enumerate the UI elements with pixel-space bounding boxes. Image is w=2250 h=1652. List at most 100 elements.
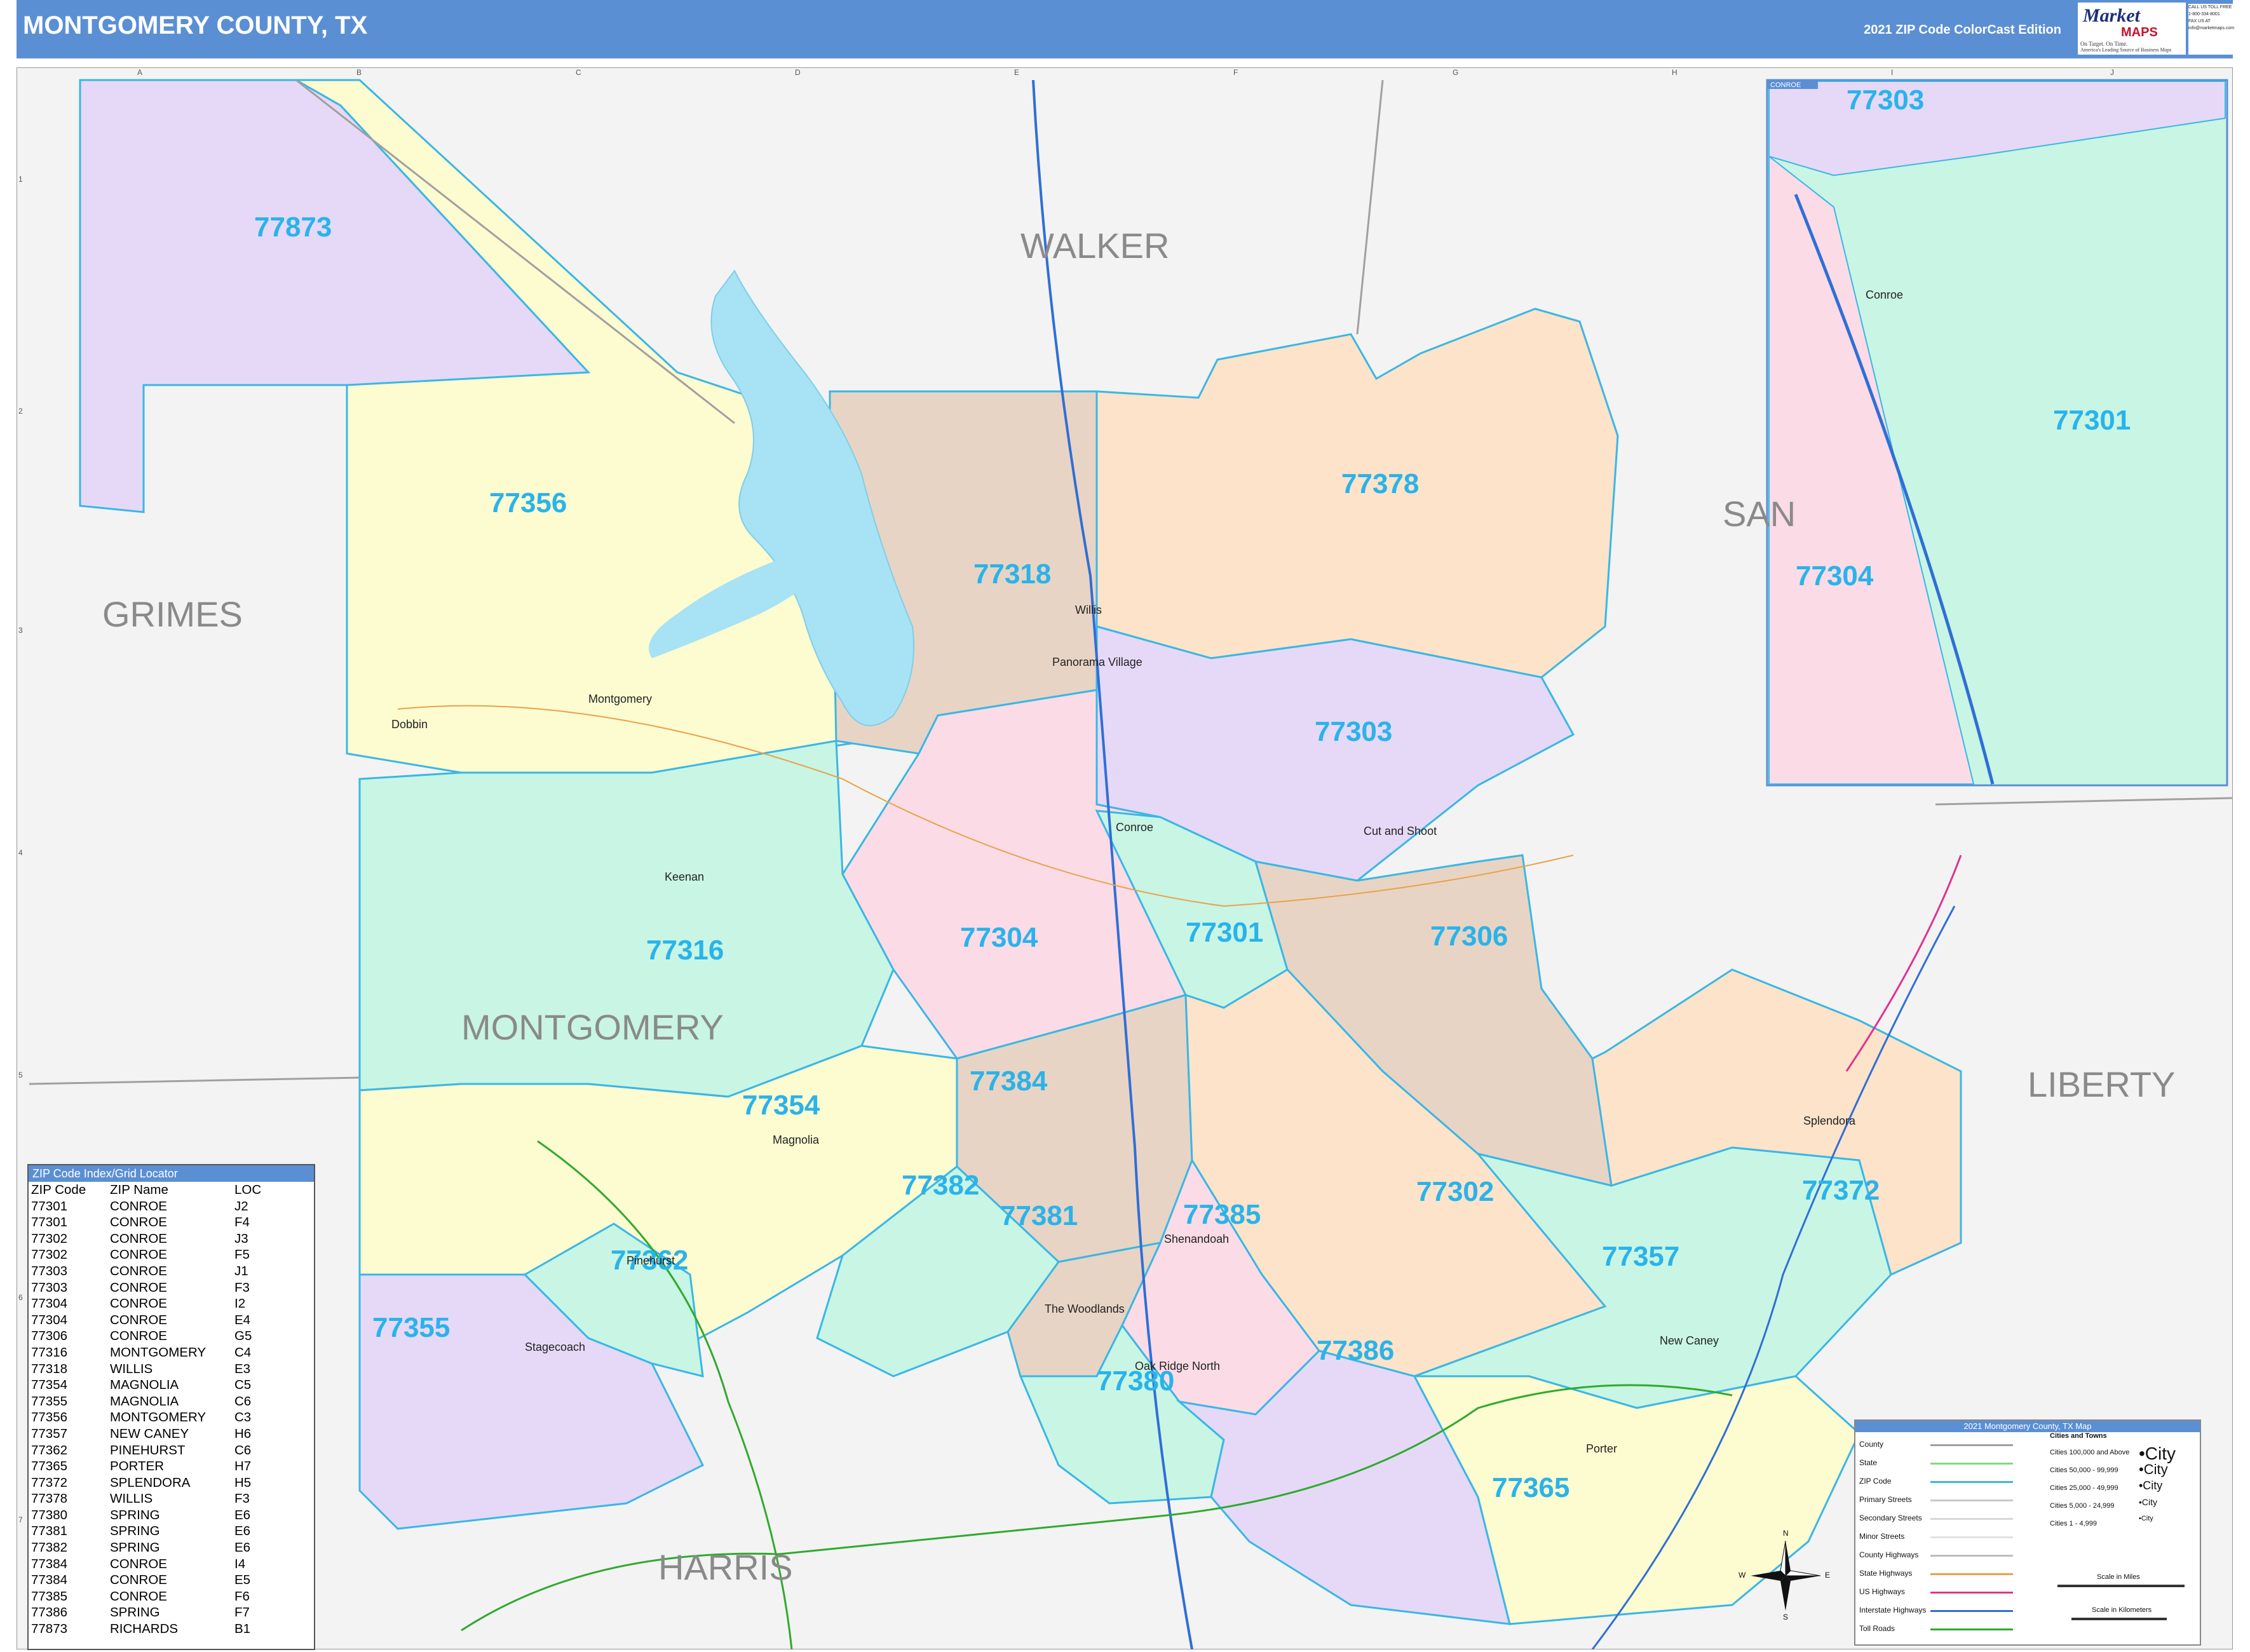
zip-label-77384: 77384: [970, 1066, 1048, 1097]
table-row: 77302 CONROE F5: [31, 1247, 292, 1263]
zip-cell: 77316: [31, 1344, 68, 1360]
table-row: 77303 CONROE F3: [31, 1280, 292, 1296]
loc-cell: C6: [234, 1442, 252, 1458]
zip-cell: 77384: [31, 1573, 68, 1588]
zip-index-panel: ZIP Code Index/Grid Locator ZIP Code ZIP…: [27, 1164, 315, 1650]
legend-city-sample: •City: [2139, 1497, 2158, 1507]
legend-city-sample: •City: [2139, 1515, 2153, 1522]
loc-cell: E6: [234, 1540, 251, 1555]
name-cell: CONROE: [110, 1329, 167, 1344]
compass-s: S: [1783, 1613, 1789, 1622]
zip-label-77301: 77301: [1186, 917, 1263, 948]
table-row: 77354 MAGNOLIA C5: [31, 1377, 292, 1393]
city-montgomery: Montgomery: [588, 693, 652, 705]
city-willis: Willis: [1075, 604, 1102, 616]
city-stagecoach: Stagecoach: [525, 1341, 585, 1353]
map-area[interactable]: A B C D E F G H I J 1 2 3 4 5 6 7 CONROE…: [17, 67, 2233, 1649]
map-legend: 2021 Montgomery County, TX Map County Sta…: [1854, 1419, 2201, 1646]
zip-label-77873: 77873: [254, 212, 332, 243]
grid-row-1: 1: [18, 175, 23, 184]
zip-label-77385: 77385: [1183, 1199, 1261, 1230]
county-map[interactable]: A B C D E F G H I J 1 2 3 4 5 6 7 CONROE…: [17, 67, 2233, 1649]
loc-cell: E4: [234, 1312, 251, 1327]
name-cell: CONROE: [110, 1247, 167, 1263]
table-row: 77873 RICHARDS B1: [31, 1621, 292, 1637]
loc-cell: H5: [234, 1475, 252, 1490]
contact-line: 1-800-334-8001: [2188, 12, 2220, 17]
zip-cell: 77365: [31, 1459, 68, 1474]
name-cell: CONROE: [110, 1556, 167, 1571]
loc-cell: E6: [234, 1507, 251, 1522]
grid-col-b: B: [356, 68, 362, 77]
zip-cell: 77372: [31, 1475, 68, 1490]
zip-cell: 77304: [31, 1296, 68, 1311]
name-cell: CONROE: [110, 1215, 167, 1230]
city-oak-ridge-north: Oak Ridge North: [1135, 1360, 1220, 1372]
table-row: 77365 PORTER H7: [31, 1458, 292, 1475]
name-cell: SPRING: [110, 1507, 160, 1522]
loc-cell: C3: [234, 1410, 252, 1425]
legend-item-swatch: [1930, 1610, 2013, 1612]
contact-line: FAX US AT: [2188, 19, 2211, 24]
inset-zip-label-77303: 77303: [1847, 85, 1924, 116]
name-cell: CONROE: [110, 1296, 167, 1311]
loc-cell: F6: [234, 1588, 250, 1604]
name-cell: RICHARDS: [110, 1622, 179, 1637]
zip-index-table: ZIP Code ZIP Name LOC 77301 CONROE J2 7730…: [31, 1182, 292, 1637]
inset-city-conroe: Conroe: [1866, 288, 1903, 301]
table-row: 77306 CONROE G5: [31, 1328, 292, 1344]
table-row: 77386 SPRING F7: [31, 1604, 292, 1621]
legend-item-swatch: [1930, 1463, 2013, 1465]
logo-tagline: On Target. On Time.: [2080, 41, 2128, 47]
publisher-logo: Market MAPS On Target. On Time. America'…: [2078, 3, 2186, 55]
grid-col-d: D: [795, 68, 801, 77]
table-row: 77304 CONROE I2: [31, 1296, 292, 1312]
grid-col-h: H: [1672, 68, 1677, 77]
loc-cell: C6: [234, 1393, 252, 1409]
zip-label-77356: 77356: [489, 487, 567, 518]
legend-item-swatch: [1930, 1536, 2013, 1538]
zip-label-77372: 77372: [1802, 1175, 1880, 1206]
loc-cell: H7: [234, 1459, 252, 1474]
zip-cell: 77362: [31, 1442, 68, 1458]
loc-cell: E5: [234, 1573, 251, 1588]
zip-cell: 77318: [31, 1361, 68, 1376]
legend-item-swatch: [1930, 1628, 2013, 1630]
scale-bar-miles: [2057, 1585, 2185, 1587]
loc-cell: F3: [234, 1491, 250, 1506]
zip-cell: 77873: [31, 1622, 68, 1637]
zip-cell: 77380: [31, 1507, 68, 1522]
zip-label-77386: 77386: [1317, 1335, 1394, 1366]
name-cell: CONROE: [110, 1312, 167, 1327]
legend-city-class-label: Cities 25,000 - 49,999: [2050, 1484, 2118, 1492]
grid-row-3: 3: [18, 626, 23, 635]
name-cell: SPLENDORA: [110, 1475, 191, 1490]
name-cell: CONROE: [110, 1588, 167, 1604]
loc-cell: J1: [234, 1263, 248, 1278]
name-cell: WILLIS: [110, 1491, 153, 1506]
legend-city-sample: •City: [2139, 1479, 2163, 1492]
name-cell: CONROE: [110, 1280, 167, 1295]
zip-label-77382: 77382: [902, 1170, 979, 1201]
legend-city-sample: •City: [2139, 1461, 2168, 1477]
zip-cell: 77386: [31, 1605, 68, 1620]
table-row: 77385 CONROE F6: [31, 1588, 292, 1605]
table-row: 77316 MONTGOMERY C4: [31, 1344, 292, 1361]
loc-cell: F4: [234, 1215, 250, 1230]
loc-cell: F5: [234, 1247, 250, 1263]
grid-col-e: E: [1014, 68, 1019, 77]
table-row: 77382 SPRING E6: [31, 1540, 292, 1556]
compass-e: E: [1825, 1571, 1831, 1580]
city-keenan: Keenan: [665, 870, 704, 883]
scale-bar-km: [2071, 1618, 2167, 1620]
legend-title: 2021 Montgomery County, TX Map: [1855, 1421, 2200, 1432]
map-header: MONTGOMERY COUNTY, TX 2021 ZIP Code Colo…: [17, 0, 2233, 58]
zip-cell: 77381: [31, 1524, 68, 1539]
zip-label-77355: 77355: [372, 1312, 450, 1343]
legend-item-label: ZIP Code: [1859, 1477, 1892, 1486]
grid-col-i: I: [1891, 68, 1893, 77]
name-cell: SPRING: [110, 1524, 160, 1539]
zip-cell: 77385: [31, 1588, 68, 1604]
city-new-caney: New Caney: [1660, 1334, 1719, 1347]
grid-row-7: 7: [18, 1515, 23, 1524]
